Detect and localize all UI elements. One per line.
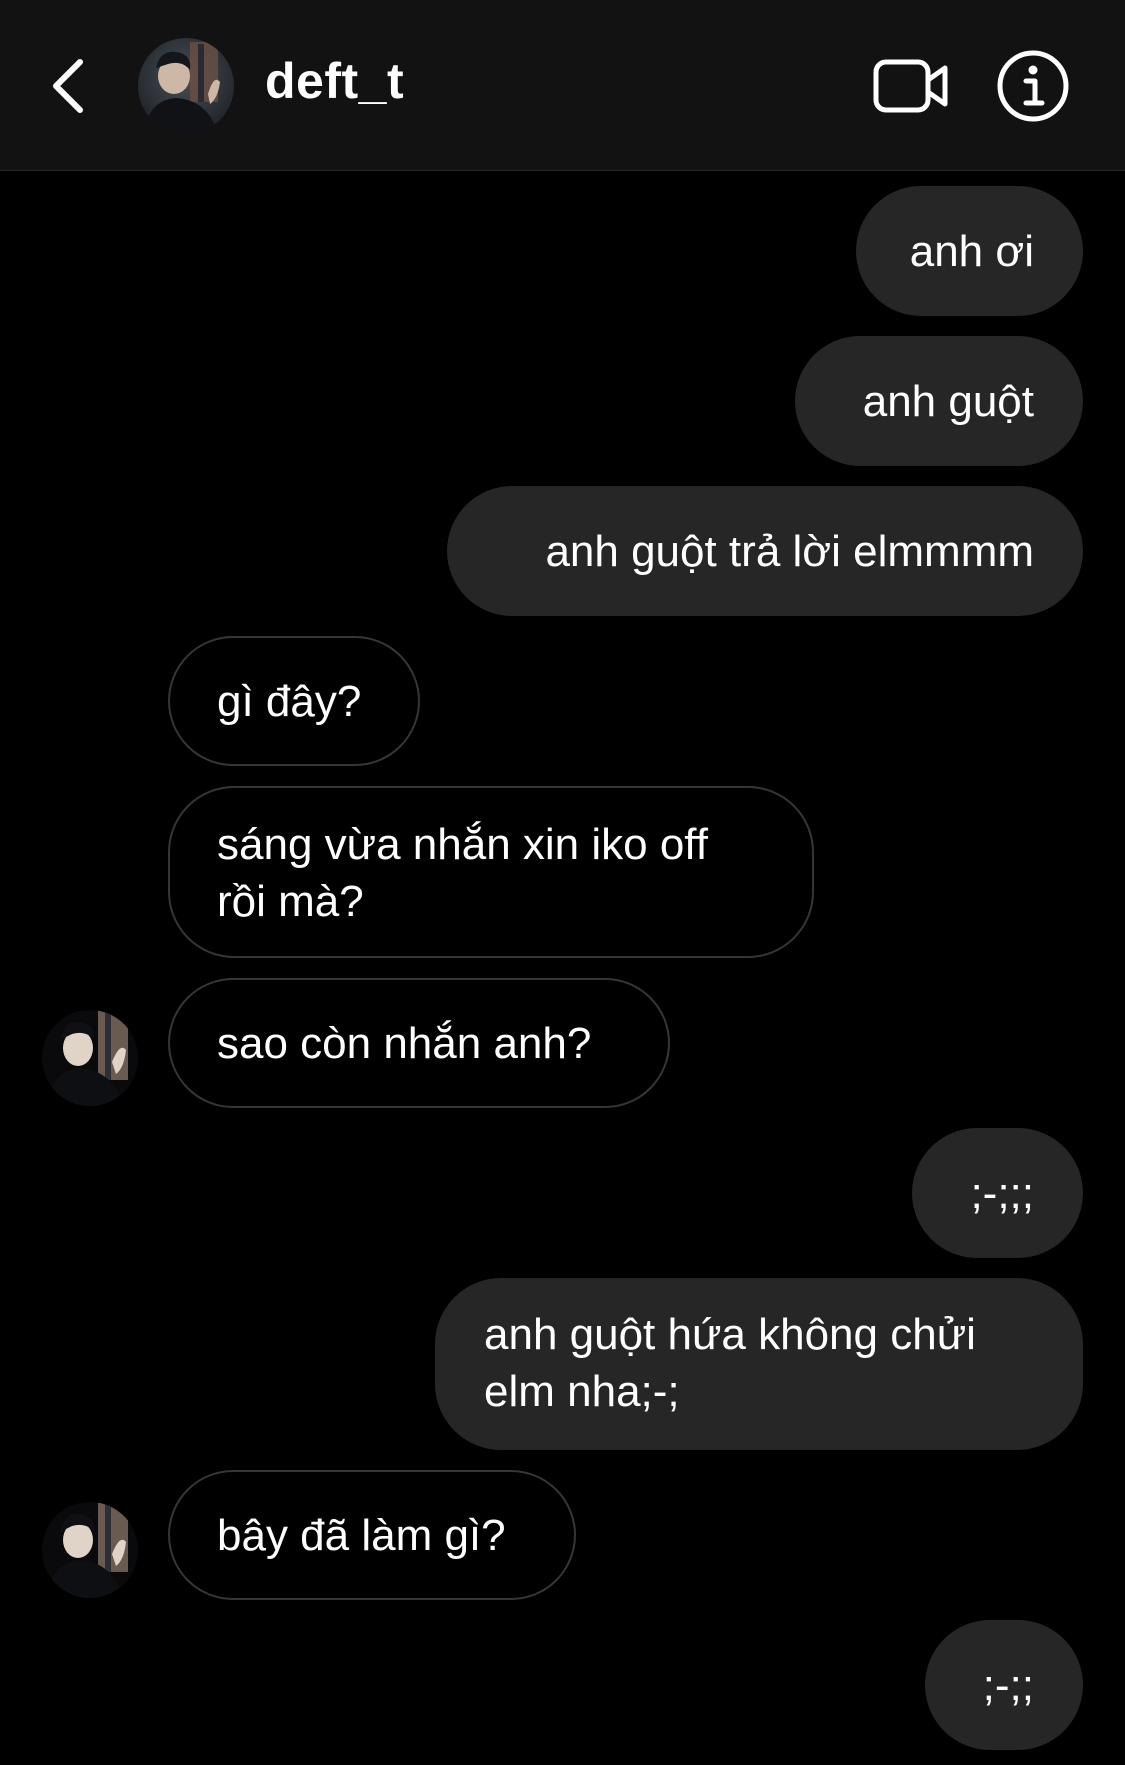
message-text: anh guột hứa không chửi elm nha;-; [484,1310,976,1416]
message-text: gì đây? [217,676,362,726]
message-text: anh guột [862,376,1034,426]
received-message[interactable]: bây đã làm gì? [168,1470,576,1600]
chevron-left-icon [53,59,83,113]
info-button[interactable] [992,46,1074,126]
back-button[interactable] [38,46,98,126]
chat-header: deft_t [0,0,1125,171]
sent-message[interactable]: anh guột [795,336,1083,466]
sent-message[interactable]: anh guột trả lời elmmmm [447,486,1083,616]
message-text: ;-;; [982,1660,1034,1710]
chat-username[interactable]: deft_t [265,52,404,110]
sent-message[interactable]: anh ơi [856,186,1083,316]
message-text: sao còn nhắn anh? [217,1018,592,1068]
message-text: ;-;;; [970,1168,1034,1218]
video-camera-icon [873,59,948,113]
video-call-button[interactable] [870,48,952,124]
received-message[interactable]: gì đây? [168,636,420,766]
sender-avatar[interactable] [42,1010,138,1106]
sent-message[interactable]: ;-;;; [912,1128,1083,1258]
message-text: anh ơi [909,226,1034,276]
sender-avatar[interactable] [42,1502,138,1598]
sent-message[interactable]: anh guột hứa không chửi elm nha;-; [435,1278,1083,1450]
info-icon [997,50,1069,122]
message-text: anh guột trả lời elmmmm [545,526,1034,576]
message-text: bây đã làm gì? [217,1510,506,1560]
profile-avatar[interactable] [138,38,234,134]
received-message[interactable]: sao còn nhắn anh? [168,978,670,1108]
message-text: sáng vừa nhắn xin iko off rồi mà? [217,820,708,926]
sent-message[interactable]: ;-;; [925,1620,1083,1750]
received-message[interactable]: sáng vừa nhắn xin iko off rồi mà? [168,786,814,958]
